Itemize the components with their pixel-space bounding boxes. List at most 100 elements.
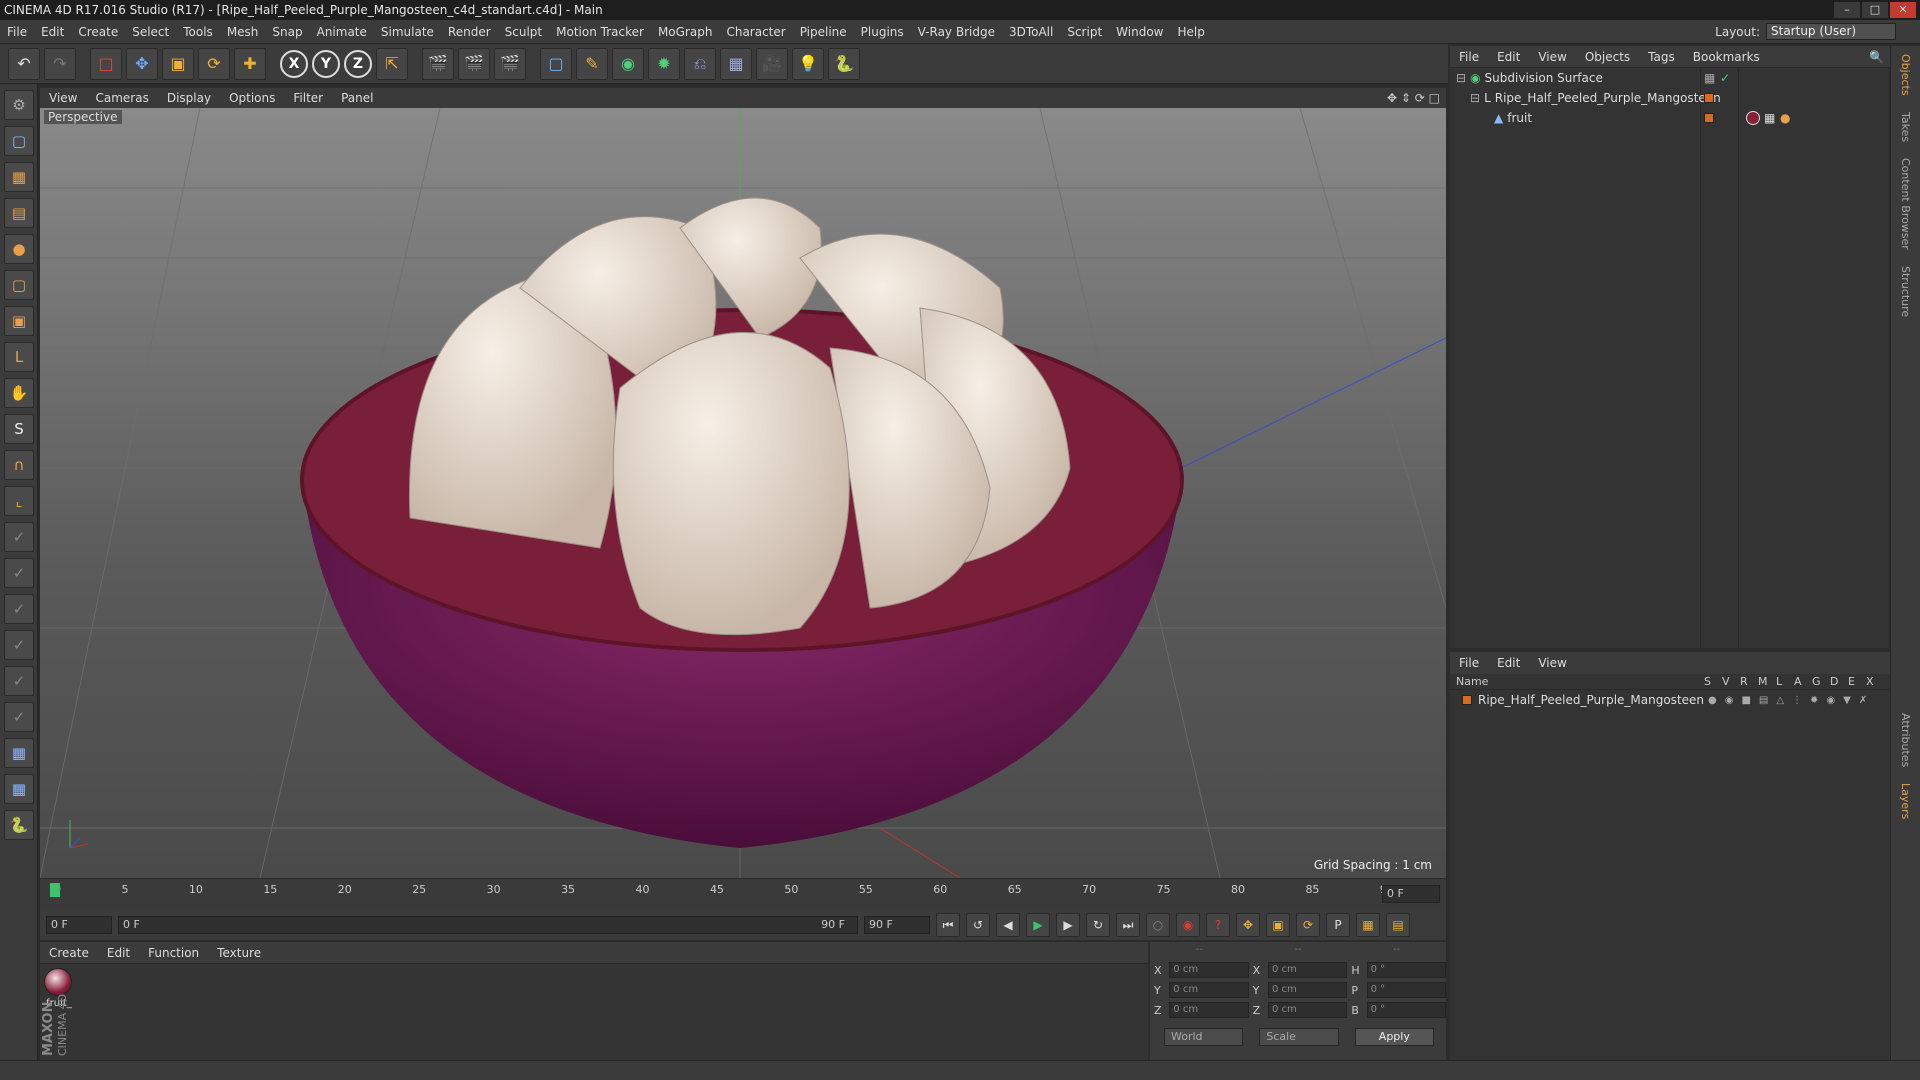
polygons-mode-icon[interactable]: ▣ bbox=[4, 306, 34, 336]
light-icon[interactable]: 💡 bbox=[792, 47, 824, 80]
previous-key-icon[interactable]: ↺ bbox=[966, 913, 990, 937]
menu-motion-tracker[interactable]: Motion Tracker bbox=[549, 20, 651, 44]
layer-color-swatch[interactable] bbox=[1462, 695, 1472, 705]
scale-tool-icon[interactable]: ▣ bbox=[162, 47, 194, 80]
menu-character[interactable]: Character bbox=[719, 20, 792, 44]
timeline-window-icon[interactable]: ▤ bbox=[1386, 913, 1410, 937]
menu-help[interactable]: Help bbox=[1170, 20, 1211, 44]
next-frame-icon[interactable]: ▶ bbox=[1056, 913, 1080, 937]
texture-tag-icon[interactable]: ● bbox=[1780, 111, 1790, 125]
floor-icon[interactable]: ▦ bbox=[720, 47, 752, 80]
menu-3dtoall[interactable]: 3DToAll bbox=[1002, 20, 1060, 44]
layer-color-tag[interactable] bbox=[1704, 113, 1714, 123]
viewport-menu-view[interactable]: View bbox=[40, 91, 86, 105]
render-picture-viewer-icon[interactable]: 🎬 bbox=[458, 47, 490, 80]
object-menu-bookmarks[interactable]: Bookmarks bbox=[1684, 50, 1769, 64]
z-axis-lock-icon[interactable]: Z bbox=[344, 49, 372, 78]
layer-menu-file[interactable]: File bbox=[1450, 656, 1488, 670]
uvw-tag-icon[interactable]: ▦ bbox=[1764, 111, 1775, 125]
material-menu-texture[interactable]: Texture bbox=[208, 946, 270, 960]
sculpt-brush-icon[interactable]: ✓ bbox=[4, 522, 34, 552]
scale-key-icon[interactable]: ▣ bbox=[1266, 913, 1290, 937]
menu-pipeline[interactable]: Pipeline bbox=[793, 20, 854, 44]
render-view-icon[interactable]: 🎬 bbox=[422, 47, 454, 80]
layer-flag-icons[interactable]: ●◉■▤△⋮✹◉▼✗ bbox=[1708, 695, 1875, 706]
texture-mode-icon[interactable]: ▦ bbox=[4, 162, 34, 192]
material-menu-create[interactable]: Create bbox=[40, 946, 98, 960]
coordinate-mode-dropdown[interactable]: World bbox=[1164, 1028, 1244, 1046]
autokey-icon[interactable]: ◉ bbox=[1176, 913, 1200, 937]
render-settings-icon[interactable]: 🎬 bbox=[494, 47, 526, 80]
tab-attributes[interactable]: Attributes bbox=[1899, 705, 1912, 775]
layout-dropdown[interactable]: Startup (User) bbox=[1766, 23, 1896, 40]
inflate-brush-icon[interactable]: ✓ bbox=[4, 702, 34, 732]
x-axis-lock-icon[interactable]: X bbox=[280, 49, 308, 78]
tab-structure[interactable]: Structure bbox=[1899, 258, 1912, 325]
y-axis-lock-icon[interactable]: Y bbox=[312, 49, 340, 78]
range-end-field[interactable]: 90 F bbox=[864, 916, 930, 934]
collapse-icon[interactable]: ⊟ bbox=[1456, 71, 1466, 85]
parameter-key-icon[interactable]: P bbox=[1326, 913, 1350, 937]
menu-simulate[interactable]: Simulate bbox=[374, 20, 441, 44]
menu-vray-bridge[interactable]: V-Ray Bridge bbox=[911, 20, 1002, 44]
menu-plugins[interactable]: Plugins bbox=[854, 20, 911, 44]
minimize-button[interactable]: – bbox=[1834, 2, 1860, 18]
menu-script[interactable]: Script bbox=[1060, 20, 1109, 44]
workplane-icon[interactable]: ▤ bbox=[4, 198, 34, 228]
undo-icon[interactable]: ↶ bbox=[8, 47, 40, 80]
menu-snap[interactable]: Snap bbox=[265, 20, 309, 44]
viewport-menu-options[interactable]: Options bbox=[220, 91, 284, 105]
viewport-menu-cameras[interactable]: Cameras bbox=[86, 91, 157, 105]
python-console-icon[interactable]: 🐍 bbox=[4, 810, 34, 840]
menu-sculpt[interactable]: Sculpt bbox=[498, 20, 549, 44]
python-icon[interactable]: 🐍 bbox=[828, 47, 860, 80]
previous-frame-icon[interactable]: ◀ bbox=[996, 913, 1020, 937]
edges-mode-icon[interactable]: ▢ bbox=[4, 270, 34, 300]
material-tag-icon[interactable] bbox=[1746, 111, 1760, 125]
menu-select[interactable]: Select bbox=[125, 20, 176, 44]
timeline-end-field[interactable]: 0 F bbox=[1382, 885, 1440, 903]
size-y-field[interactable]: 0 cm bbox=[1267, 982, 1348, 998]
make-editable-icon[interactable]: ⚙ bbox=[4, 90, 34, 120]
collapse-icon[interactable]: ⊟ bbox=[1470, 91, 1480, 105]
menu-edit[interactable]: Edit bbox=[34, 20, 71, 44]
object-row-subdivision-surface[interactable]: ⊟ ◉ Subdivision Surface ▦ ✓ bbox=[1450, 68, 1889, 88]
go-to-start-icon[interactable]: ⏮ bbox=[936, 913, 960, 937]
model-mode-icon[interactable]: ▢ bbox=[4, 126, 34, 156]
tweak-mode-icon[interactable]: ✋ bbox=[4, 378, 34, 408]
position-z-field[interactable]: 0 cm bbox=[1169, 1002, 1249, 1018]
rotation-b-field[interactable]: 0 ° bbox=[1366, 1002, 1447, 1018]
rotation-h-field[interactable]: 0 ° bbox=[1366, 962, 1447, 978]
position-y-field[interactable]: 0 cm bbox=[1169, 982, 1249, 998]
frame-range-slider[interactable]: 0 F 90 F bbox=[118, 916, 858, 934]
tab-objects[interactable]: Objects bbox=[1899, 46, 1912, 104]
layer-menu-edit[interactable]: Edit bbox=[1488, 656, 1529, 670]
point-level-icon[interactable]: ▦ bbox=[1356, 913, 1380, 937]
axis-mode-icon[interactable]: L bbox=[4, 342, 34, 372]
transform-tool-icon[interactable]: ✚ bbox=[234, 47, 266, 80]
current-frame-field[interactable]: 0 F bbox=[46, 916, 112, 934]
size-z-field[interactable]: 0 cm bbox=[1267, 1002, 1348, 1018]
object-menu-file[interactable]: File bbox=[1450, 50, 1488, 64]
position-x-field[interactable]: 0 cm bbox=[1169, 962, 1249, 978]
magnet-icon[interactable]: ∩ bbox=[4, 450, 34, 480]
rotate-tool-icon[interactable]: ⟳ bbox=[198, 47, 230, 80]
object-row-fruit[interactable]: ▲ fruit ▦ ● bbox=[1450, 108, 1889, 128]
next-key-icon[interactable]: ↻ bbox=[1086, 913, 1110, 937]
playhead-marker[interactable] bbox=[50, 883, 60, 897]
menu-mesh[interactable]: Mesh bbox=[220, 20, 266, 44]
object-menu-tags[interactable]: Tags bbox=[1639, 50, 1684, 64]
close-button[interactable]: ✕ bbox=[1890, 2, 1916, 18]
timeline-ruler[interactable]: 0 5 10 15 20 25 30 35 40 45 50 55 60 65 … bbox=[40, 878, 1446, 910]
paint-brush-icon[interactable]: ✓ bbox=[4, 558, 34, 588]
points-mode-icon[interactable]: ● bbox=[4, 234, 34, 264]
cube-object-icon[interactable]: ▢ bbox=[540, 47, 572, 80]
menu-window[interactable]: Window bbox=[1109, 20, 1170, 44]
live-selection-icon[interactable]: □ bbox=[90, 47, 122, 80]
visibility-icon[interactable]: ▦ bbox=[1704, 71, 1715, 85]
coordinate-system-icon[interactable]: ⇱ bbox=[376, 47, 408, 80]
object-menu-objects[interactable]: Objects bbox=[1576, 50, 1639, 64]
joint-tool-icon[interactable]: ⌞ bbox=[4, 486, 34, 516]
viewport-navigation-icons[interactable]: ✥ ⇕ ⟳ □ bbox=[1387, 91, 1440, 105]
mograph-cloner-icon[interactable]: ✹ bbox=[648, 47, 680, 80]
